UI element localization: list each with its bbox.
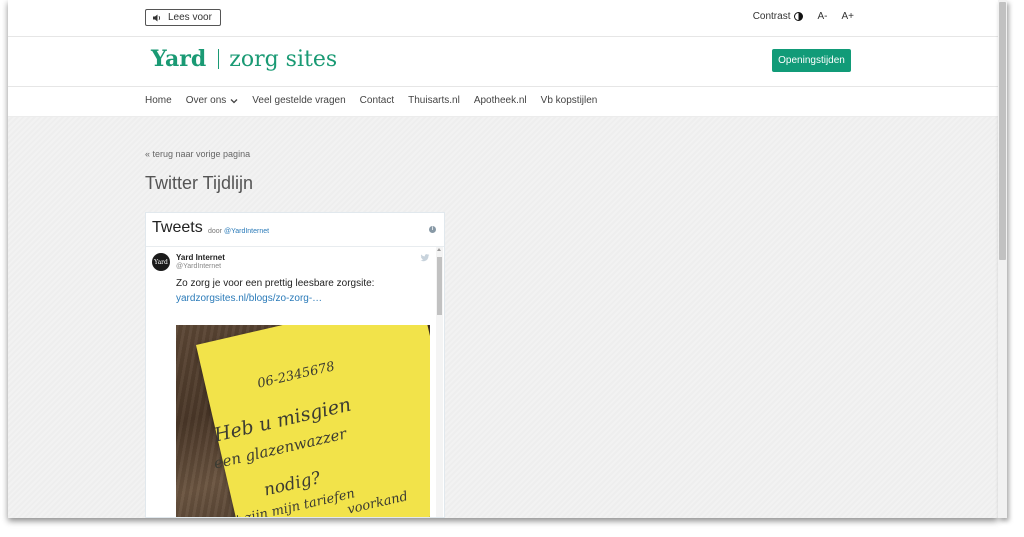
tweets-heading: Tweets <box>152 219 203 236</box>
twitter-timeline-widget[interactable]: Tweets door @YardInternet i Yard Yard In… <box>145 212 445 518</box>
logo-yard: Yard <box>151 46 207 72</box>
nav-item-home[interactable]: Home <box>145 95 172 106</box>
nav-item-faq[interactable]: Veel gestelde vragen <box>252 95 345 106</box>
page-scrollbar[interactable] <box>998 0 1007 518</box>
logo-divider <box>218 49 220 69</box>
font-smaller-button[interactable]: A- <box>817 11 827 22</box>
main-navigation: Home Over ons Veel gestelde vragen Conta… <box>8 87 998 117</box>
site-header: Yard zorg sites Openingstijden <box>8 37 998 87</box>
read-aloud-label: Lees voor <box>168 12 212 23</box>
utility-bar: Lees voor Contrast A- A+ <box>8 0 998 37</box>
nav-item-kopstijlen[interactable]: Vb kopstijlen <box>541 95 598 106</box>
tweet-body: Zo zorg je voor een prettig leesbare zor… <box>176 278 375 289</box>
back-link[interactable]: « terug naar vorige pagina <box>145 149 250 159</box>
twitter-widget-header: Tweets door @YardInternet i <box>146 213 444 247</box>
widget-scrollbar[interactable] <box>436 247 443 517</box>
font-larger-button[interactable]: A+ <box>841 11 854 22</box>
nav-item-over-ons[interactable]: Over ons <box>186 95 239 106</box>
site-logo[interactable]: Yard zorg sites <box>151 46 337 72</box>
contrast-label: Contrast <box>752 11 791 22</box>
tweet-author-name[interactable]: Yard Internet <box>176 253 225 262</box>
tweet-text: Zo zorg je voor een prettig leesbare zor… <box>176 276 434 306</box>
tweet-photo[interactable]: 06-2345678 Heb u misgien een glazenwazze… <box>176 325 430 517</box>
page-scrollbar-thumb[interactable] <box>999 2 1006 260</box>
read-aloud-button[interactable]: Lees voor <box>145 9 221 26</box>
nav-item-over-ons-label: Over ons <box>185 95 227 106</box>
tweet-author-handle[interactable]: @YardInternet <box>176 263 221 270</box>
tweets-by: door @YardInternet <box>208 228 269 235</box>
scroll-up-arrow-icon[interactable] <box>437 248 441 251</box>
opening-hours-button[interactable]: Openingstijden <box>772 49 851 72</box>
nav-item-apotheek[interactable]: Apotheek.nl <box>474 95 527 106</box>
contrast-toggle[interactable]: Contrast <box>753 11 804 22</box>
chevron-down-icon <box>230 98 238 103</box>
tweets-by-handle-link[interactable]: @YardInternet <box>224 228 269 235</box>
browser-viewport: Lees voor Contrast A- A+ Yard zorg sites… <box>8 0 998 518</box>
info-icon[interactable]: i <box>429 226 436 233</box>
speaker-icon <box>153 14 161 21</box>
contrast-icon <box>794 12 804 21</box>
main-content: « terug naar vorige pagina Twitter Tijdl… <box>8 117 998 518</box>
logo-zorg-sites: zorg sites <box>229 46 338 72</box>
tweets-by-prefix: door <box>208 228 223 235</box>
page-title: Twitter Tijdlijn <box>145 173 254 193</box>
widget-scrollbar-thumb[interactable] <box>437 257 442 315</box>
avatar[interactable]: Yard <box>152 253 170 271</box>
twitter-bird-icon[interactable] <box>420 254 430 262</box>
nav-item-contact[interactable]: Contact <box>360 95 394 106</box>
tweet-link[interactable]: yardzorgsites.nl/blogs/zo-zorg-… <box>176 293 322 304</box>
nav-item-thuisarts[interactable]: Thuisarts.nl <box>408 95 460 106</box>
